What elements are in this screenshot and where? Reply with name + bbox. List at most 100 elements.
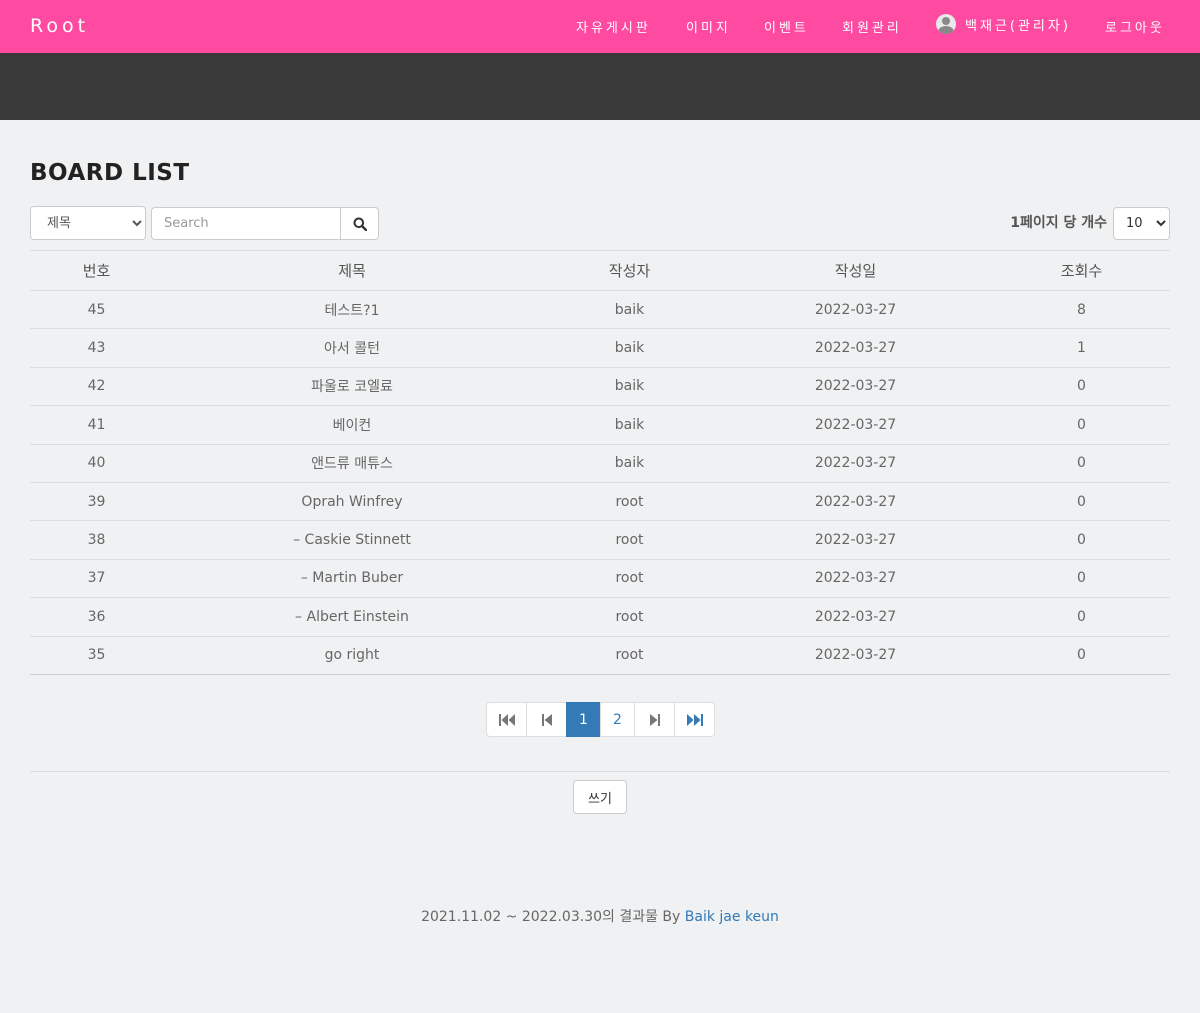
first-page-button[interactable] [486, 702, 527, 737]
search-type-select[interactable]: 제목 [30, 206, 146, 240]
cell-number: 39 [30, 482, 163, 522]
cell-title[interactable]: 파울로 코엘료 [163, 367, 541, 407]
cell-date: 2022-03-27 [718, 520, 993, 560]
header-date[interactable]: 작성일 [718, 250, 993, 291]
per-page-label: 1페이지 당 개수 [1010, 215, 1107, 231]
page-2-button[interactable]: 2 [600, 702, 635, 737]
cell-title[interactable]: Oprah Winfrey [163, 482, 541, 522]
table-row[interactable]: 45 테스트?1 baik 2022-03-27 8 [30, 290, 1170, 330]
header-banner [0, 53, 1200, 120]
cell-author: baik [541, 290, 718, 330]
cell-views: 0 [993, 405, 1170, 445]
cell-views: 0 [993, 367, 1170, 407]
cell-title[interactable]: 아서 콜턴 [163, 328, 541, 368]
cell-views: 0 [993, 597, 1170, 637]
footer-text: 2021.11.02 ~ 2022.03.30의 결과물 By [421, 909, 685, 925]
nav-free-board[interactable]: 자유게시판 [576, 17, 651, 36]
page-1-button[interactable]: 1 [566, 702, 601, 737]
cell-date: 2022-03-27 [718, 290, 993, 330]
cell-date: 2022-03-27 [718, 482, 993, 522]
cell-number: 38 [30, 520, 163, 560]
cell-views: 8 [993, 290, 1170, 330]
per-page-select[interactable]: 10 [1113, 207, 1170, 240]
cell-number: 42 [30, 367, 163, 407]
cell-date: 2022-03-27 [718, 597, 993, 637]
cell-title[interactable]: – Albert Einstein [163, 597, 541, 637]
cell-number: 45 [30, 290, 163, 330]
cell-number: 37 [30, 559, 163, 599]
table-row[interactable]: 41 베이컨 baik 2022-03-27 0 [30, 405, 1170, 445]
prev-page-button[interactable] [526, 702, 567, 737]
cell-author: baik [541, 444, 718, 483]
header-views[interactable]: 조회수 [993, 250, 1170, 291]
nav-user-profile[interactable]: 백재근(관리자) [936, 14, 1071, 34]
nav-event[interactable]: 이벤트 [764, 17, 809, 36]
board-table: 번호 제목 작성자 작성일 조회수 45 테스트?1 baik 2022-03-27 8… [30, 250, 1170, 675]
search-button[interactable] [340, 207, 379, 240]
divider [30, 771, 1170, 772]
last-page-icon [686, 713, 703, 726]
table-row[interactable]: 36– Albert Einstein root 2022-03-27 0 [30, 597, 1170, 637]
cell-date: 2022-03-27 [718, 559, 993, 599]
cell-date: 2022-03-27 [718, 405, 993, 445]
header-number[interactable]: 번호 [30, 250, 163, 291]
cell-views: 0 [993, 636, 1170, 675]
header-title[interactable]: 제목 [163, 250, 541, 291]
cell-date: 2022-03-27 [718, 367, 993, 407]
cell-author: baik [541, 328, 718, 368]
cell-author: baik [541, 367, 718, 407]
header-author[interactable]: 작성자 [541, 250, 718, 291]
search-input[interactable] [151, 207, 341, 240]
cell-views: 0 [993, 444, 1170, 483]
last-page-button[interactable] [674, 702, 715, 737]
cell-views: 0 [993, 520, 1170, 560]
cell-date: 2022-03-27 [718, 636, 993, 675]
user-name: 백재근(관리자) [965, 19, 1071, 34]
cell-date: 2022-03-27 [718, 444, 993, 483]
table-header-row: 번호 제목 작성자 작성일 조회수 [30, 250, 1170, 291]
cell-number: 40 [30, 444, 163, 483]
table-row[interactable]: 39 Oprah Winfrey root 2022-03-27 0 [30, 482, 1170, 522]
cell-date: 2022-03-27 [718, 328, 993, 368]
nav-logout[interactable]: 로그아웃 [1105, 17, 1165, 36]
cell-author: root [541, 636, 718, 675]
cell-title[interactable]: – Martin Buber [163, 559, 541, 599]
table-row[interactable]: 38– Caskie Stinnett root 2022-03-27 0 [30, 520, 1170, 560]
cell-number: 36 [30, 597, 163, 637]
cell-views: 0 [993, 559, 1170, 599]
cell-author: root [541, 559, 718, 599]
write-button[interactable]: 쓰기 [573, 780, 627, 814]
user-avatar-icon [936, 14, 956, 34]
prev-page-icon [541, 713, 552, 726]
next-page-button[interactable] [634, 702, 675, 737]
cell-views: 0 [993, 482, 1170, 522]
table-row[interactable]: 37– Martin Buber root 2022-03-27 0 [30, 559, 1170, 599]
cell-author: root [541, 482, 718, 522]
top-navbar: Root 자유게시판 이미지 이벤트 회원관리 백재근(관리자) 로그아웃 [0, 0, 1200, 53]
footer: 2021.11.02 ~ 2022.03.30의 결과물 By Baik jae… [0, 906, 1200, 926]
brand-logo[interactable]: Root [30, 15, 89, 37]
cell-author: root [541, 597, 718, 637]
cell-number: 41 [30, 405, 163, 445]
table-row[interactable]: 35 go right root 2022-03-27 0 [30, 636, 1170, 675]
table-row[interactable]: 42 파울로 코엘료 baik 2022-03-27 0 [30, 367, 1170, 407]
nav-member-management[interactable]: 회원관리 [842, 17, 902, 36]
cell-number: 43 [30, 328, 163, 368]
pagination: 1 2 [486, 702, 715, 737]
cell-title[interactable]: 앤드류 매튜스 [163, 444, 541, 483]
page-title: BOARD LIST [30, 160, 190, 186]
table-row[interactable]: 40 앤드류 매튜스 baik 2022-03-27 0 [30, 444, 1170, 483]
cell-number: 35 [30, 636, 163, 675]
cell-author: baik [541, 405, 718, 445]
next-page-icon [649, 713, 660, 726]
cell-title[interactable]: – Caskie Stinnett [163, 520, 541, 560]
footer-author-link[interactable]: Baik jae keun [685, 909, 779, 925]
cell-title[interactable]: go right [163, 636, 541, 675]
table-row[interactable]: 43 아서 콜턴 baik 2022-03-27 1 [30, 328, 1170, 368]
first-page-icon [498, 713, 515, 726]
cell-author: root [541, 520, 718, 560]
cell-views: 1 [993, 328, 1170, 368]
cell-title[interactable]: 베이컨 [163, 405, 541, 445]
nav-image[interactable]: 이미지 [686, 17, 731, 36]
cell-title[interactable]: 테스트?1 [163, 290, 541, 330]
